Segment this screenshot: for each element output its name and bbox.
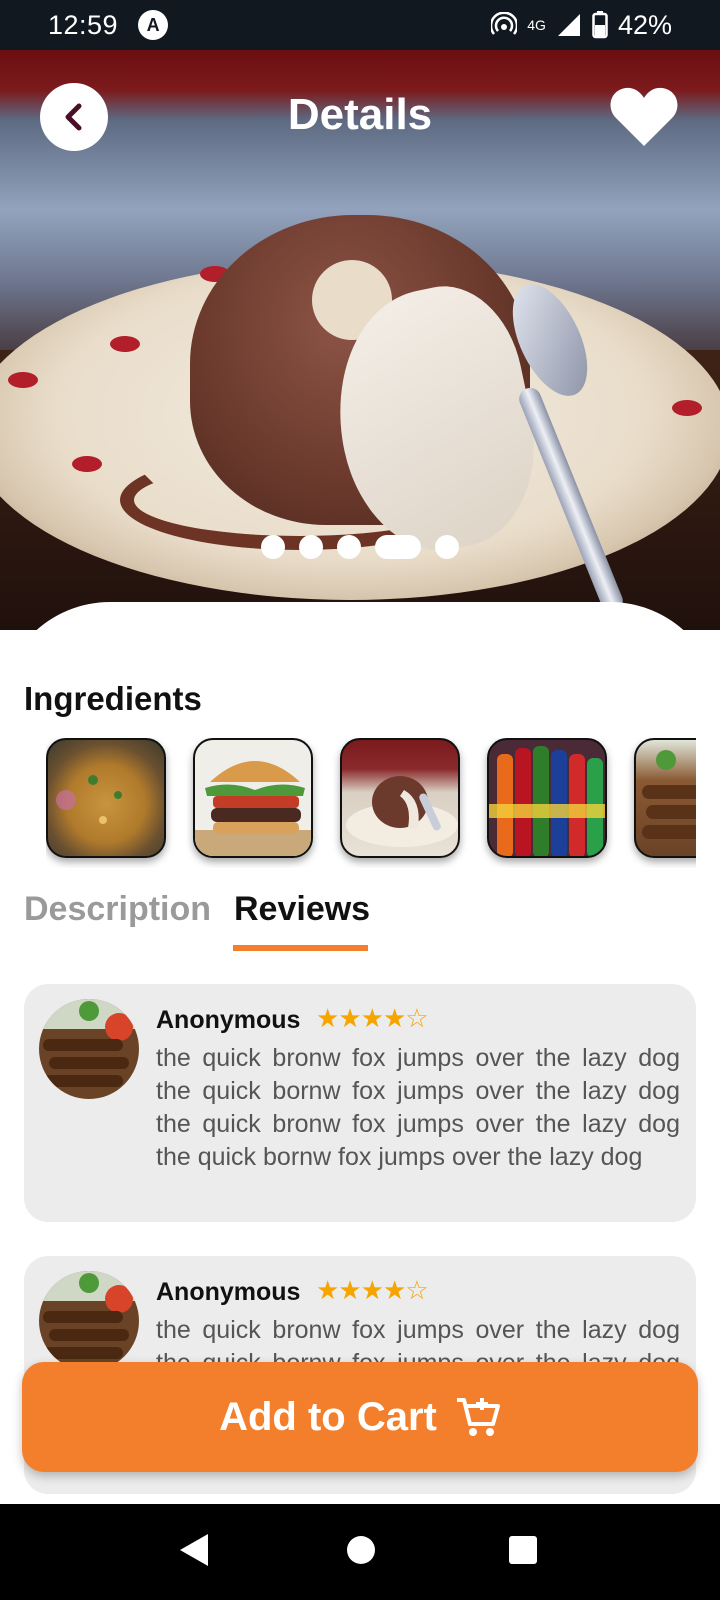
star-filled-icon: ★: [360, 1275, 384, 1305]
tab-description[interactable]: Description: [24, 890, 211, 929]
star-filled-icon: ★: [382, 1003, 406, 1033]
back-nav-icon[interactable]: [178, 1532, 210, 1568]
network-type: 4G: [527, 17, 546, 33]
ingredient-soft-drinks[interactable]: [487, 738, 607, 858]
plate-decoration: [672, 400, 702, 416]
soft-drinks-image: [489, 746, 605, 856]
avatar: [39, 999, 139, 1099]
star-filled-icon: ★: [316, 1003, 339, 1033]
active-tab-indicator: [233, 945, 368, 951]
ingredient-kebab[interactable]: [634, 738, 696, 858]
burger-image: [195, 761, 311, 856]
status-bar: 12:59 A 4G 42%: [0, 0, 720, 50]
biryani-image: [56, 775, 122, 824]
star-rating: ★★★★☆: [316, 1275, 429, 1306]
ingredients-list[interactable]: [46, 738, 696, 868]
status-time: 12:59: [48, 9, 119, 40]
kebab-image: [642, 750, 696, 839]
add-to-cart-label: Add to Cart: [219, 1394, 437, 1439]
hotspot-icon: [491, 12, 518, 35]
star-filled-icon: ★: [316, 1275, 339, 1305]
star-empty-icon: ☆: [405, 1275, 428, 1305]
battery-percent: 42%: [617, 9, 672, 40]
add-to-cart-button[interactable]: Add to Cart: [22, 1362, 698, 1472]
status-icons: 4G 42%: [491, 10, 672, 41]
battery-icon: [592, 11, 608, 39]
favorite-button[interactable]: [608, 84, 680, 150]
plate-decoration: [8, 372, 38, 388]
app-notification-icon: A: [138, 10, 169, 40]
ingredient-burger[interactable]: [193, 738, 313, 858]
ingredient-biryani[interactable]: [46, 738, 166, 858]
star-filled-icon: ★: [382, 1275, 406, 1305]
signal-icon: [557, 14, 580, 36]
carousel-dot[interactable]: [261, 535, 285, 559]
home-nav-icon[interactable]: [345, 1532, 377, 1568]
carousel-dot[interactable]: [299, 535, 323, 559]
lava-cake-image: [346, 776, 458, 847]
review-card: Anonymous ★★★★☆ the quick bronw fox jump…: [24, 984, 696, 1222]
carousel-indicator: [0, 535, 720, 559]
heart-icon: [610, 87, 678, 146]
star-filled-icon: ★: [338, 1275, 361, 1305]
star-filled-icon: ★: [360, 1003, 384, 1033]
ingredient-lava-cake[interactable]: [340, 738, 460, 858]
review-text: the quick bronw fox jumps over the lazy …: [156, 1044, 680, 1171]
food-image-carousel[interactable]: Details: [0, 50, 720, 630]
tab-reviews[interactable]: Reviews: [234, 890, 370, 929]
carousel-dot[interactable]: [435, 535, 459, 559]
star-empty-icon: ☆: [405, 1003, 428, 1033]
plate-decoration: [72, 456, 102, 472]
avatar: [39, 1271, 139, 1371]
carousel-dot-active[interactable]: [375, 535, 421, 559]
cart-plus-icon: [456, 1398, 500, 1436]
ingredients-title: Ingredients: [24, 680, 202, 717]
reviewer-name: Anonymous: [156, 1278, 301, 1306]
system-navigation-bar: [0, 1504, 720, 1600]
plate-decoration: [110, 336, 140, 352]
carousel-dot[interactable]: [337, 535, 361, 559]
reviewer-name: Anonymous: [156, 1006, 301, 1034]
star-filled-icon: ★: [338, 1003, 361, 1033]
star-rating: ★★★★☆: [316, 1003, 429, 1034]
recents-nav-icon[interactable]: [507, 1532, 539, 1568]
